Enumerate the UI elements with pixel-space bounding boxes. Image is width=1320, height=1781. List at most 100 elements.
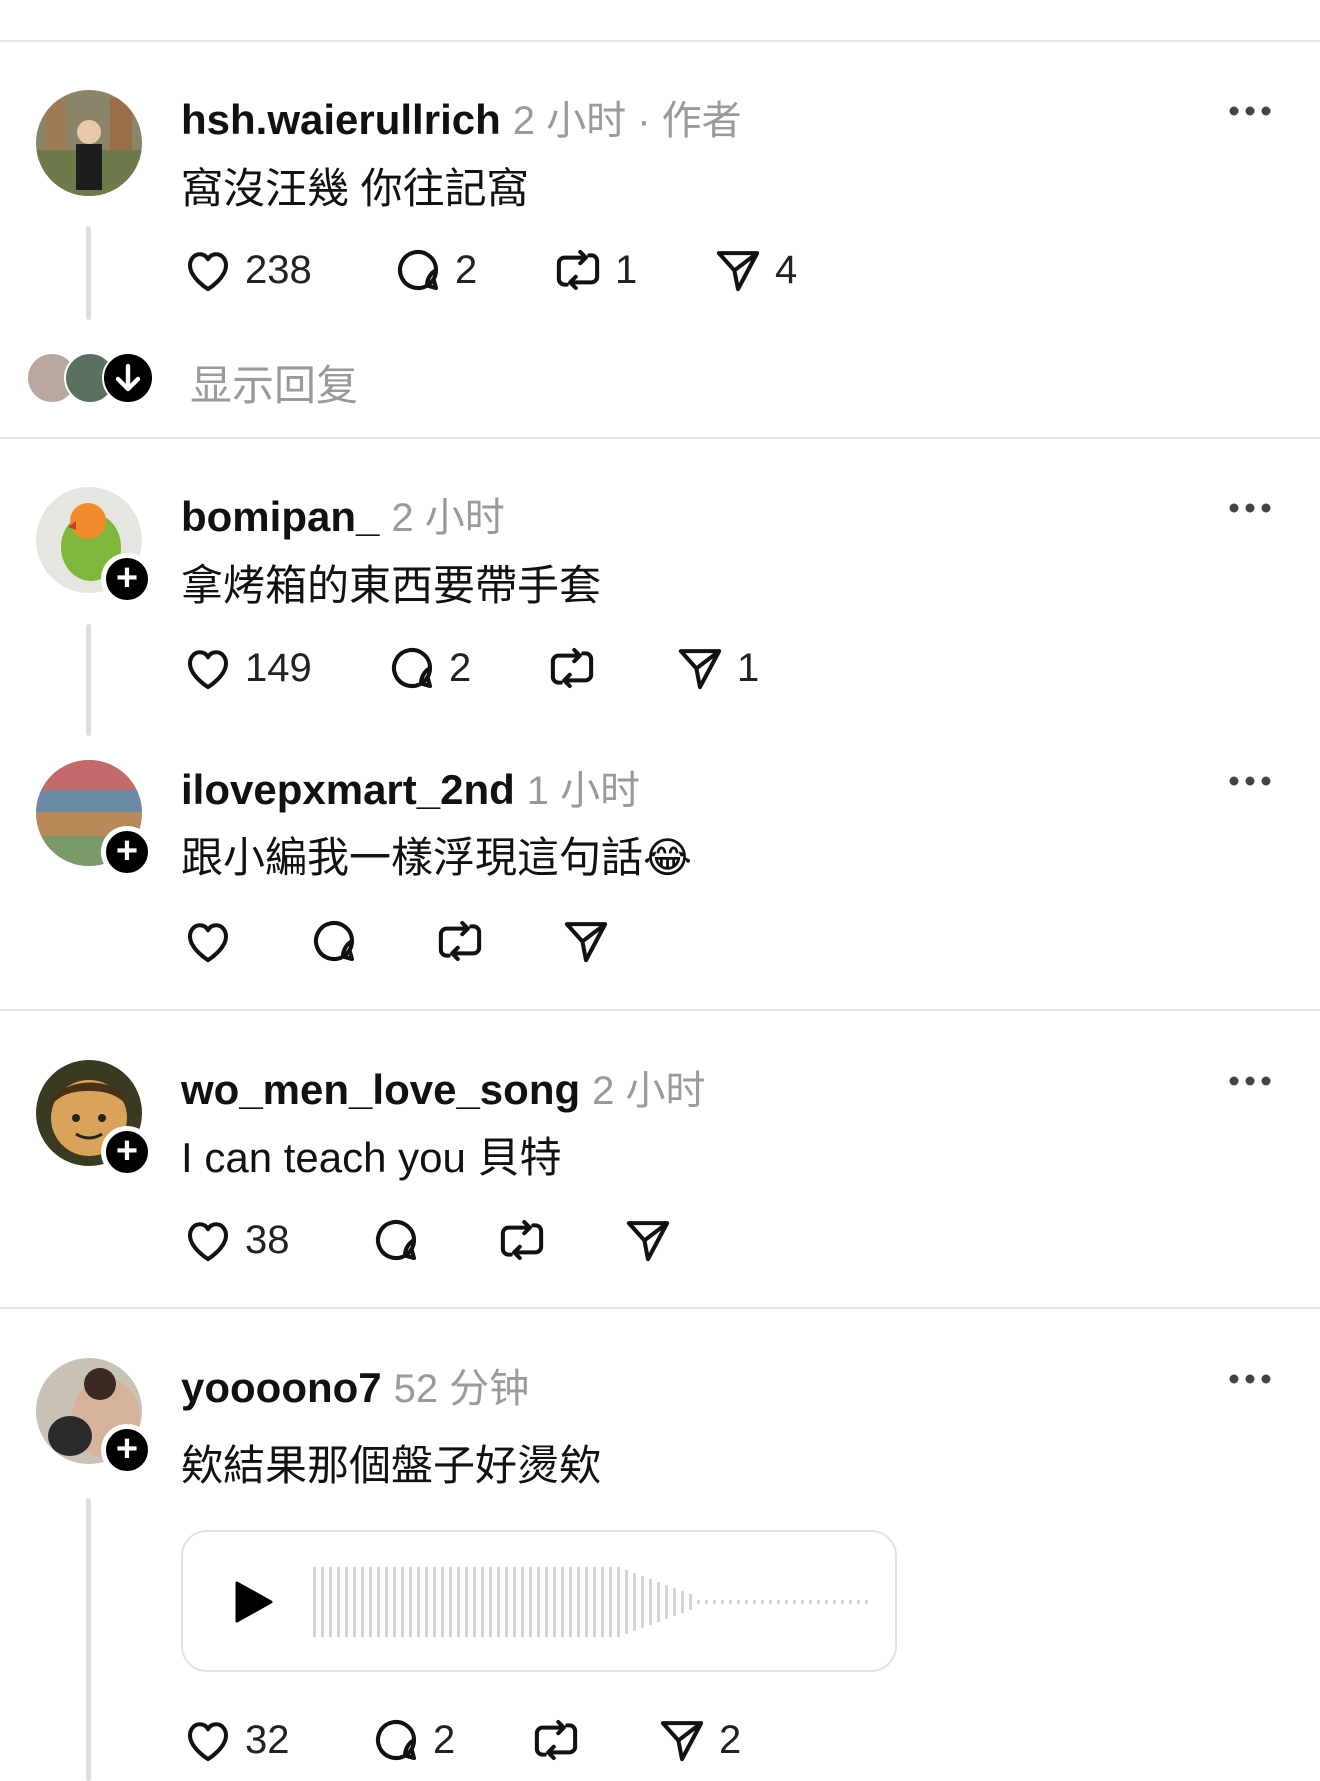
waveform-bar	[401, 1567, 404, 1637]
repost-button[interactable]	[545, 641, 673, 695]
waveform-bar	[857, 1600, 860, 1604]
waveform-bar	[513, 1567, 516, 1637]
waveform[interactable]	[313, 1562, 873, 1642]
repost-button[interactable]	[529, 1713, 655, 1767]
username[interactable]: wo_men_love_song	[181, 1066, 580, 1113]
plus-icon: +	[115, 557, 139, 599]
share-button[interactable]: 1	[673, 641, 759, 695]
username[interactable]: yoooono7	[181, 1364, 382, 1411]
waveform-bar	[569, 1567, 572, 1637]
waveform-bar	[833, 1600, 836, 1604]
share-button[interactable]: 4	[711, 243, 797, 297]
comment-button[interactable]: 2	[391, 243, 551, 297]
repost-button[interactable]: 1	[551, 243, 711, 297]
waveform-bar	[521, 1567, 524, 1637]
arrow-down-icon	[102, 352, 154, 404]
waveform-bar	[353, 1567, 356, 1637]
plus-icon: +	[115, 1130, 139, 1172]
more-dots-icon[interactable]	[1228, 498, 1272, 518]
more-dots-icon[interactable]	[1228, 771, 1272, 791]
post-text: 窩沒汪幾 你往記窩	[181, 165, 529, 212]
like-button[interactable]: 32	[181, 1713, 369, 1767]
waveform-bar	[761, 1600, 764, 1604]
thread-line	[86, 226, 91, 320]
send-icon	[660, 1721, 704, 1762]
waveform-bar	[657, 1582, 660, 1622]
post-meta: 1 小时	[526, 769, 641, 813]
username[interactable]: ilovepxmart_2nd	[181, 766, 515, 813]
show-replies-link[interactable]: 显示回复	[190, 352, 358, 413]
like-button[interactable]: 238	[181, 243, 391, 297]
waveform-bar	[753, 1600, 756, 1604]
follow-button[interactable]: +	[101, 826, 153, 878]
post-meta: 2 小时	[391, 496, 505, 540]
share-count: 2	[719, 1717, 742, 1762]
waveform-bar	[433, 1567, 436, 1637]
action-bar: 38	[181, 1212, 675, 1268]
like-button[interactable]: 149	[181, 641, 385, 695]
thread-line	[86, 624, 91, 736]
voice-message	[181, 1530, 897, 1672]
waveform-bar	[585, 1567, 588, 1637]
action-bar: 32 2 2	[181, 1712, 741, 1768]
waveform-bar	[553, 1567, 556, 1637]
username[interactable]: hsh.waierullrich	[181, 96, 501, 143]
repost-button[interactable]	[495, 1213, 621, 1267]
waveform-bar	[769, 1600, 772, 1604]
heart-icon	[187, 252, 229, 292]
post-meta: 2 小时 · 作者	[512, 99, 742, 143]
reply-avatars[interactable]	[26, 352, 156, 404]
send-icon	[716, 251, 760, 292]
comment-button[interactable]: 2	[385, 641, 545, 695]
repost-button[interactable]	[433, 914, 559, 968]
waveform-bar	[329, 1567, 332, 1637]
waveform-bar	[481, 1567, 484, 1637]
heart-icon	[187, 650, 229, 690]
post-header: yoooono7 52 分钟	[181, 1356, 529, 1414]
post-text: 欸結果那個盤子好燙欸	[181, 1442, 602, 1489]
post-header: bomipan_ 2 小时	[181, 485, 505, 543]
waveform-bar	[377, 1567, 380, 1637]
waveform-bar	[737, 1600, 740, 1604]
waveform-bar	[785, 1600, 788, 1604]
more-dots-icon[interactable]	[1228, 1071, 1272, 1091]
comment-button[interactable]: 2	[369, 1713, 529, 1767]
waveform-bar	[393, 1567, 396, 1637]
waveform-bar	[825, 1600, 828, 1604]
send-icon	[678, 649, 722, 690]
share-button[interactable]	[621, 1213, 675, 1267]
share-button[interactable]: 2	[655, 1713, 741, 1767]
post-meta: 52 分钟	[393, 1367, 530, 1411]
comment-button[interactable]	[307, 914, 433, 968]
waveform-bar	[601, 1567, 604, 1637]
avatar-hsh-waierullrich[interactable]	[36, 90, 142, 196]
waveform-bar	[425, 1567, 428, 1637]
like-count: 238	[245, 247, 312, 292]
comment-bubble-icon	[376, 1220, 417, 1261]
waveform-bar	[801, 1600, 804, 1604]
follow-button[interactable]: +	[101, 1126, 153, 1178]
waveform-bar	[489, 1567, 492, 1637]
more-dots-icon[interactable]	[1228, 1369, 1272, 1389]
post-header: hsh.waierullrich 2 小时 · 作者	[181, 88, 742, 146]
username[interactable]: bomipan_	[181, 493, 379, 540]
heart-icon	[187, 923, 229, 963]
waveform-bar	[465, 1567, 468, 1637]
post-text: I can teach you 貝特	[181, 1134, 562, 1181]
comment-count: 2	[449, 645, 472, 690]
waveform-bar	[697, 1600, 700, 1604]
more-dots-icon[interactable]	[1228, 101, 1272, 121]
waveform-bar	[705, 1600, 708, 1604]
like-button[interactable]	[181, 914, 307, 968]
share-button[interactable]	[559, 914, 613, 968]
waveform-bar	[729, 1600, 732, 1604]
like-button[interactable]: 38	[181, 1213, 369, 1267]
follow-button[interactable]: +	[101, 553, 153, 605]
play-icon[interactable]	[233, 1580, 273, 1624]
waveform-bar	[817, 1600, 820, 1604]
waveform-bar	[609, 1567, 612, 1637]
comment-button[interactable]	[369, 1213, 495, 1267]
waveform-bar	[409, 1567, 412, 1637]
follow-button[interactable]: +	[101, 1424, 153, 1476]
send-icon	[564, 922, 608, 963]
